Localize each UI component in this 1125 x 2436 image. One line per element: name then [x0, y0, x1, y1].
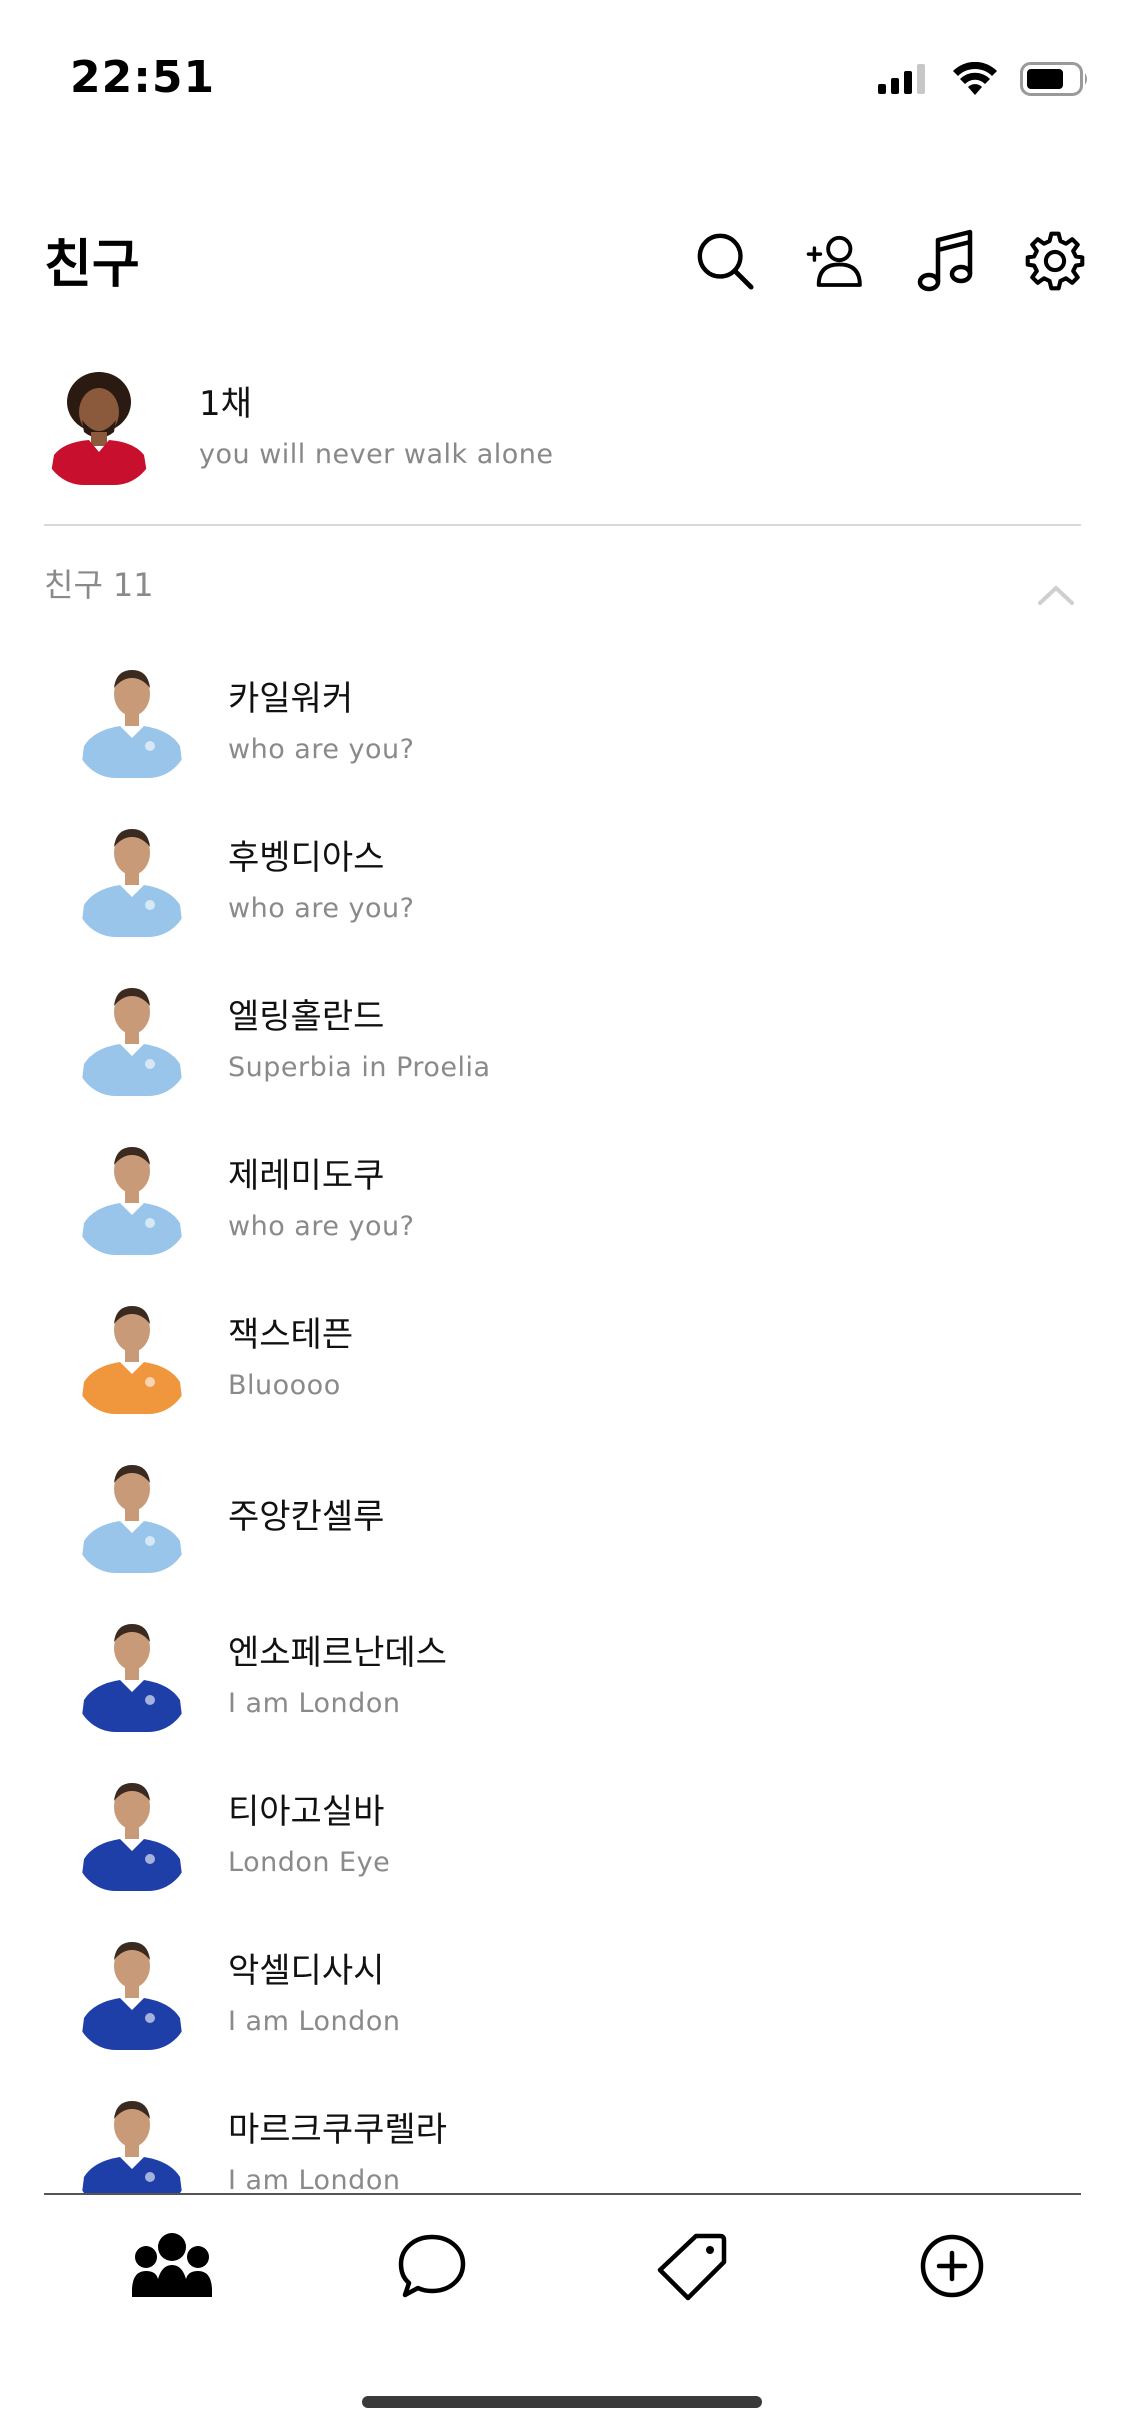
section-count: 11 [112, 566, 154, 604]
friend-status: I am London [228, 2165, 401, 2193]
friends-tab[interactable] [122, 2226, 222, 2306]
friend-name: 엔소페르난데스 [228, 1633, 447, 1673]
friend-row[interactable]: 마르크쿠쿠렐라 I am London [76, 2079, 1076, 2193]
friend-text: 엘링홀란드 Superbia in Proelia [228, 989, 491, 1083]
friend-name: 티아고실바 [228, 1792, 385, 1832]
friend-row[interactable]: 악셀디사시 I am London [76, 1920, 1076, 2060]
tab-bar [0, 2196, 1125, 2336]
avatar [76, 1930, 188, 2050]
avatar [76, 817, 188, 937]
wifi-icon [952, 61, 998, 100]
friend-status: I am London [228, 1688, 401, 1719]
settings-icon[interactable] [1025, 226, 1085, 296]
friend-text: 카일워커 who are you? [228, 671, 414, 765]
tab-bar-divider [44, 2193, 1081, 2195]
chat-bubble-icon [398, 2234, 466, 2298]
friend-status: who are you? [228, 1211, 415, 1242]
shopping-tab[interactable] [642, 2226, 742, 2306]
friend-text: 주앙칸셀루 [228, 1489, 384, 1538]
friend-status: who are you? [228, 893, 415, 924]
friend-status: who are you? [228, 734, 415, 765]
friend-status: Superbia in Proelia [228, 1052, 491, 1083]
home-indicator [362, 2396, 762, 2408]
section-label: 친구 [44, 566, 103, 604]
friend-text: 마르크쿠쿠렐라 I am London [228, 2102, 447, 2193]
chevron-up-icon [1038, 586, 1074, 605]
plus-circle-icon [920, 2234, 984, 2298]
page-title: 친구 [44, 235, 140, 295]
friend-status: London Eye [228, 1847, 391, 1878]
friend-row[interactable]: 티아고실바 London Eye [76, 1761, 1076, 1901]
friend-text: 후벵디아스 who are you? [228, 830, 414, 924]
avatar [76, 1453, 188, 1573]
cellular-signal-icon [878, 64, 930, 98]
friend-name: 주앙칸셀루 [228, 1496, 385, 1537]
music-icon[interactable] [915, 226, 975, 296]
friend-text: 티아고실바 London Eye [228, 1784, 390, 1878]
friend-text: 제레미도쿠 who are you? [228, 1148, 414, 1242]
friend-row[interactable]: 제레미도쿠 who are you? [76, 1125, 1076, 1265]
header-actions [695, 226, 1085, 296]
friend-row[interactable]: 주앙칸셀루 [76, 1443, 1076, 1583]
friend-status: I am London [228, 2006, 401, 2037]
friend-text: 잭스테픈 Bluoooo [228, 1307, 353, 1401]
friend-name: 잭스테픈 [228, 1315, 354, 1355]
friend-row[interactable]: 엔소페르난데스 I am London [76, 1602, 1076, 1742]
people-icon [132, 2233, 212, 2297]
status-time: 22:51 [70, 52, 216, 103]
avatar [76, 1294, 188, 1414]
friend-row[interactable]: 잭스테픈 Bluoooo [76, 1284, 1076, 1424]
add-friend-icon[interactable] [805, 226, 865, 296]
friend-text: 악셀디사시 I am London [228, 1943, 400, 2037]
friend-name: 후벵디아스 [228, 838, 385, 878]
search-icon[interactable] [695, 226, 755, 296]
friend-name: 엘링홀란드 [228, 997, 385, 1037]
status-icons [878, 61, 1090, 100]
divider [44, 524, 1081, 526]
friend-name: 제레미도쿠 [228, 1156, 385, 1196]
friend-name: 카일워커 [228, 679, 354, 719]
friend-name: 악셀디사시 [228, 1951, 385, 1991]
tag-icon [657, 2233, 727, 2301]
avatar [44, 360, 154, 485]
friend-text: 엔소페르난데스 I am London [228, 1625, 447, 1719]
collapse-button[interactable] [1031, 570, 1081, 620]
friend-name: 마르크쿠쿠렐라 [228, 2110, 447, 2150]
avatar [76, 976, 188, 1096]
friend-row[interactable]: 엘링홀란드 Superbia in Proelia [76, 966, 1076, 1106]
profile-name: 1채 [199, 383, 252, 424]
status-bar: 22:51 [0, 0, 1125, 160]
profile-status: you will never walk alone [199, 438, 554, 470]
friend-row[interactable]: 후벵디아스 who are you? [76, 807, 1076, 947]
header: 친구 [0, 210, 1125, 320]
friend-list[interactable]: 카일워커 who are you? 후벵디아스 who are you? 엘링홀란드 Su… [0, 640, 1125, 2193]
avatar [76, 2089, 188, 2193]
avatar [76, 658, 188, 778]
avatar [76, 1135, 188, 1255]
chat-tab[interactable] [382, 2226, 482, 2306]
my-profile-text: 1채 you will never walk alone [199, 376, 554, 470]
avatar [76, 1612, 188, 1732]
more-tab[interactable] [902, 2226, 1002, 2306]
avatar [76, 1771, 188, 1891]
friend-row[interactable]: 카일워커 who are you? [76, 648, 1076, 788]
friends-section-header: 친구 11 [44, 560, 1081, 620]
battery-icon [1020, 62, 1090, 100]
my-profile[interactable]: 1채 you will never walk alone [44, 355, 1081, 490]
friend-status: Bluoooo [228, 1370, 341, 1401]
